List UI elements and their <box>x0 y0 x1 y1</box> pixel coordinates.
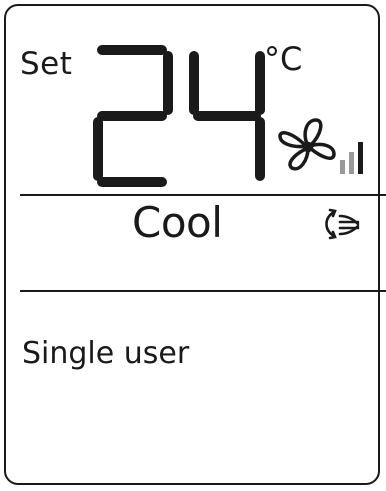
mode-label: Cool <box>132 198 223 247</box>
temperature-readout: 24 <box>93 45 265 187</box>
fan-speed-icon <box>278 118 363 174</box>
divider-top <box>20 194 386 196</box>
divider-bottom <box>20 290 386 292</box>
air-swing-icon <box>325 208 360 240</box>
thermostat-display: Set 24 °C Cool <box>4 4 386 485</box>
user-mode-label: Single user <box>22 336 190 371</box>
temperature-unit: °C <box>264 40 303 78</box>
set-label: Set <box>20 46 73 82</box>
